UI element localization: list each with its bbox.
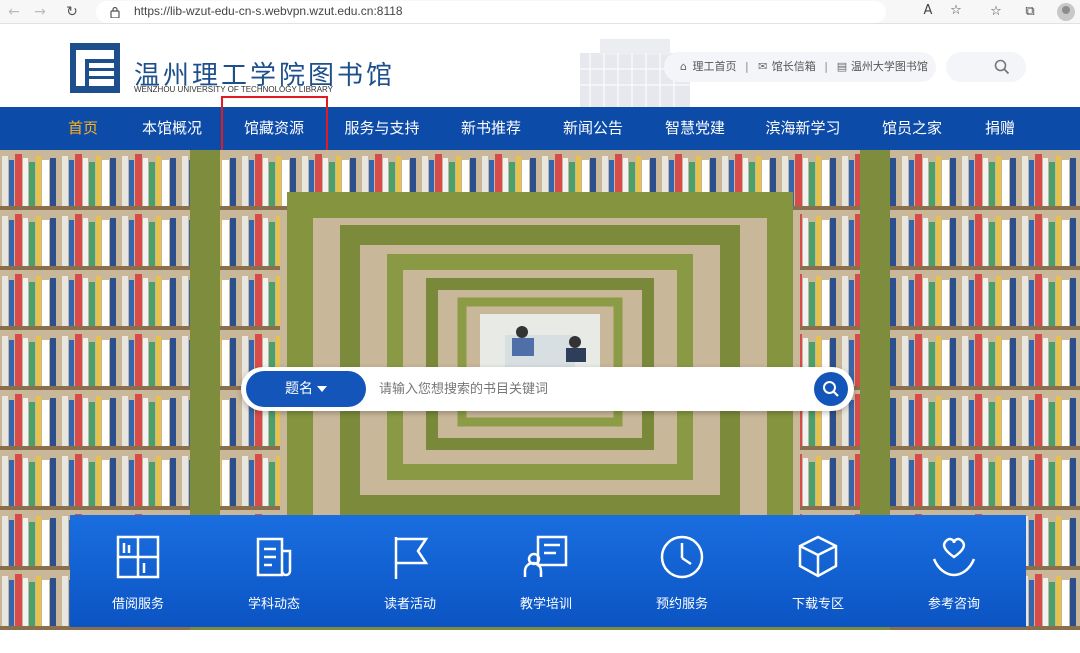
favorite-add-icon[interactable]: ☆ <box>946 1 966 21</box>
library-logo[interactable] <box>70 43 120 93</box>
quick-links: ⌂ 理工首页 | ✉ 馆长信箱 | ▤ 温州大学图书馆 <box>664 52 936 82</box>
nav-new-books[interactable]: 新书推荐 <box>455 107 527 150</box>
search-icon <box>823 381 839 397</box>
catalog-search-bar: 题名 <box>241 367 854 411</box>
service-borrowing-label: 借阅服务 <box>111 597 164 612</box>
read-aloud-icon[interactable]: A <box>918 1 938 21</box>
service-reference[interactable]: 参考咨询 <box>886 515 1022 627</box>
service-reader-activities[interactable]: 读者活动 <box>342 515 478 627</box>
quick-link-home[interactable]: 理工首页 <box>693 60 737 73</box>
profile-avatar[interactable] <box>1057 3 1075 21</box>
bookshelf-icon <box>116 535 160 579</box>
search-button[interactable] <box>814 372 848 406</box>
nav-services-support[interactable]: 服务与支持 <box>340 107 424 150</box>
document-icon <box>256 537 292 577</box>
download-box-icon <box>798 535 838 578</box>
site-title-en: WENZHOU UNIVERSITY OF TECHNOLOGY LIBRARY <box>134 85 333 94</box>
service-subject-news-label: 学科动态 <box>247 597 300 612</box>
reload-icon[interactable]: ↻ <box>62 2 82 22</box>
browser-toolbar: ← → ↻ https://lib-wzut-edu-cn-s.webvpn.w… <box>0 0 1080 24</box>
header-search-button[interactable] <box>946 52 1026 82</box>
service-teaching-training-label: 教学培训 <box>519 597 572 612</box>
service-borrowing[interactable]: 借阅服务 <box>70 515 206 627</box>
nav-party-building[interactable]: 智慧党建 <box>659 107 731 150</box>
main-nav: 首页 本馆概况 馆藏资源 服务与支持 新书推荐 新闻公告 智慧党建 滨海新学习 … <box>0 107 1080 150</box>
service-subject-news[interactable]: 学科动态 <box>206 515 342 627</box>
service-reservation-label: 预约服务 <box>655 597 708 612</box>
flag-icon <box>394 537 429 579</box>
arrow-right-icon[interactable]: → <box>30 2 50 22</box>
nav-home[interactable]: 首页 <box>58 107 108 150</box>
nav-binhai-learning[interactable]: 滨海新学习 <box>761 107 845 150</box>
service-shortcuts: 借阅服务 学科动态 读者活动 教学培训 预约服务 下载专区 参考咨询 <box>70 515 1026 627</box>
consult-heart-icon <box>932 537 976 577</box>
search-type-dropdown[interactable]: 题名 <box>246 371 366 407</box>
quick-link-mailbox[interactable]: 馆长信箱 <box>772 60 816 73</box>
clock-icon <box>660 535 704 579</box>
service-reference-label: 参考咨询 <box>927 597 980 612</box>
library-icon: ▤ <box>836 60 848 73</box>
nav-donate[interactable]: 捐赠 <box>978 107 1022 150</box>
search-type-label: 题名 <box>285 381 313 397</box>
service-downloads[interactable]: 下载专区 <box>750 515 886 627</box>
nav-news[interactable]: 新闻公告 <box>557 107 629 150</box>
home-icon: ⌂ <box>680 60 687 73</box>
site-header: 温州理工学院图书馆 WENZHOU UNIVERSITY OF TECHNOLO… <box>0 25 1080 107</box>
service-reservation[interactable]: 预约服务 <box>614 515 750 627</box>
search-icon <box>994 59 1010 75</box>
nav-collections[interactable]: 馆藏资源 <box>238 107 310 150</box>
quick-link-wzu-library[interactable]: 温州大学图书馆 <box>851 60 928 73</box>
favorites-icon[interactable]: ☆ <box>986 2 1006 22</box>
lock-icon <box>110 6 120 18</box>
url-text: https://lib-wzut-edu-cn-s.webvpn.wzut.ed… <box>134 4 403 18</box>
service-reader-activities-label: 读者活动 <box>383 597 436 612</box>
service-downloads-label: 下载专区 <box>791 597 844 612</box>
nav-about[interactable]: 本馆概况 <box>136 107 208 150</box>
collections-icon[interactable]: ⧉ <box>1020 2 1040 22</box>
caret-down-icon <box>317 386 327 392</box>
search-input[interactable] <box>379 374 799 404</box>
mail-icon: ✉ <box>758 60 768 73</box>
training-icon <box>523 535 568 577</box>
arrow-left-icon[interactable]: ← <box>4 2 24 22</box>
address-bar[interactable]: https://lib-wzut-edu-cn-s.webvpn.wzut.ed… <box>96 1 962 23</box>
nav-staff-home[interactable]: 馆员之家 <box>876 107 948 150</box>
service-teaching-training[interactable]: 教学培训 <box>478 515 614 627</box>
